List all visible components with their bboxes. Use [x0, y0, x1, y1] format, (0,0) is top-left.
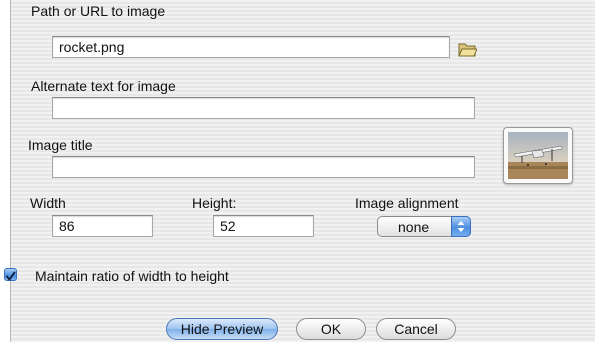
updown-arrows-icon [451, 216, 471, 237]
height-label: Height: [192, 195, 237, 211]
cancel-button[interactable]: Cancel [376, 318, 456, 340]
height-field[interactable]: 52 [213, 215, 314, 237]
maintain-ratio-checkbox[interactable] [4, 268, 17, 281]
alt-text-label: Alternate text for image [31, 78, 176, 94]
ok-button[interactable]: OK [296, 318, 366, 340]
image-title-label: Image title [28, 137, 93, 153]
folder-open-icon[interactable] [457, 40, 478, 58]
width-label: Width [30, 195, 66, 211]
image-properties-dialog: Path or URL to image rocket.png Alternat… [10, 0, 595, 342]
maintain-ratio-label: Maintain ratio of width to height [35, 268, 229, 284]
alignment-popup[interactable]: none [377, 216, 471, 237]
alignment-value: none [398, 219, 430, 235]
image-path-label: Path or URL to image [31, 3, 166, 19]
width-field[interactable]: 86 [52, 215, 153, 237]
image-path-field[interactable]: rocket.png [52, 36, 450, 58]
rocket-thumbnail-icon [508, 132, 568, 179]
image-title-field[interactable] [52, 156, 475, 178]
alt-text-field[interactable] [52, 97, 475, 119]
hide-preview-button[interactable]: Hide Preview [166, 318, 278, 340]
checkmark-icon [6, 271, 16, 281]
alignment-label: Image alignment [355, 195, 459, 211]
image-preview [503, 127, 573, 184]
